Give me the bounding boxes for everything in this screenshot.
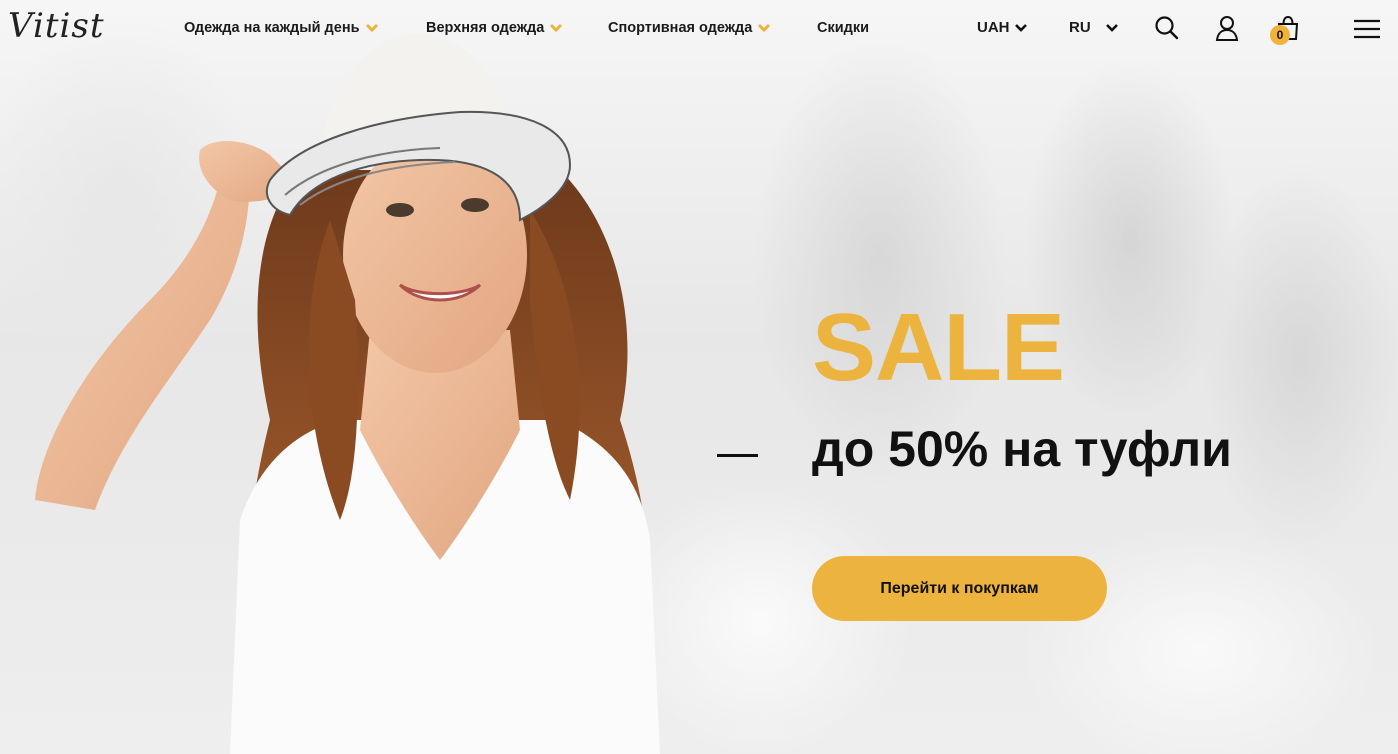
cart-count-badge: 0 [1270, 25, 1290, 45]
nav-item-discounts[interactable]: Скидки [817, 20, 869, 36]
nav-item-label: Одежда на каждый день [184, 20, 360, 36]
language-value: RU [1069, 19, 1091, 36]
currency-selector[interactable]: UAH [977, 19, 1028, 36]
user-icon[interactable] [1213, 14, 1241, 42]
chevron-down-icon [1014, 23, 1027, 32]
sale-heading: SALE [812, 294, 1065, 401]
shop-now-button[interactable]: Перейти к покупкам [812, 556, 1107, 621]
chevron-down-icon [550, 23, 563, 33]
chevron-down-icon [1105, 23, 1118, 32]
chevron-down-icon [365, 23, 378, 33]
search-icon[interactable] [1153, 14, 1181, 42]
nav-item-everyday-clothing[interactable]: Одежда на каждый день [184, 20, 379, 36]
site-header: Vitist Одежда на каждый день Верхняя оде… [0, 0, 1398, 58]
currency-value: UAH [977, 19, 1010, 36]
nav-item-label: Верхняя одежда [426, 20, 545, 36]
nav-item-outerwear[interactable]: Верхняя одежда [426, 20, 563, 36]
nav-item-label: Спортивная одежда [608, 20, 753, 36]
brand-logo[interactable]: Vitist [8, 6, 104, 46]
chevron-down-icon [758, 23, 771, 33]
nav-item-label: Скидки [817, 20, 870, 36]
nav-item-sportswear[interactable]: Спортивная одежда [608, 20, 771, 36]
language-selector[interactable]: RU [1069, 19, 1119, 36]
menu-icon[interactable] [1352, 16, 1382, 42]
hero-model-image [35, 34, 660, 754]
promo-dash-divider [717, 454, 758, 457]
promo-subtitle: до 50% на туфли [812, 421, 1232, 477]
